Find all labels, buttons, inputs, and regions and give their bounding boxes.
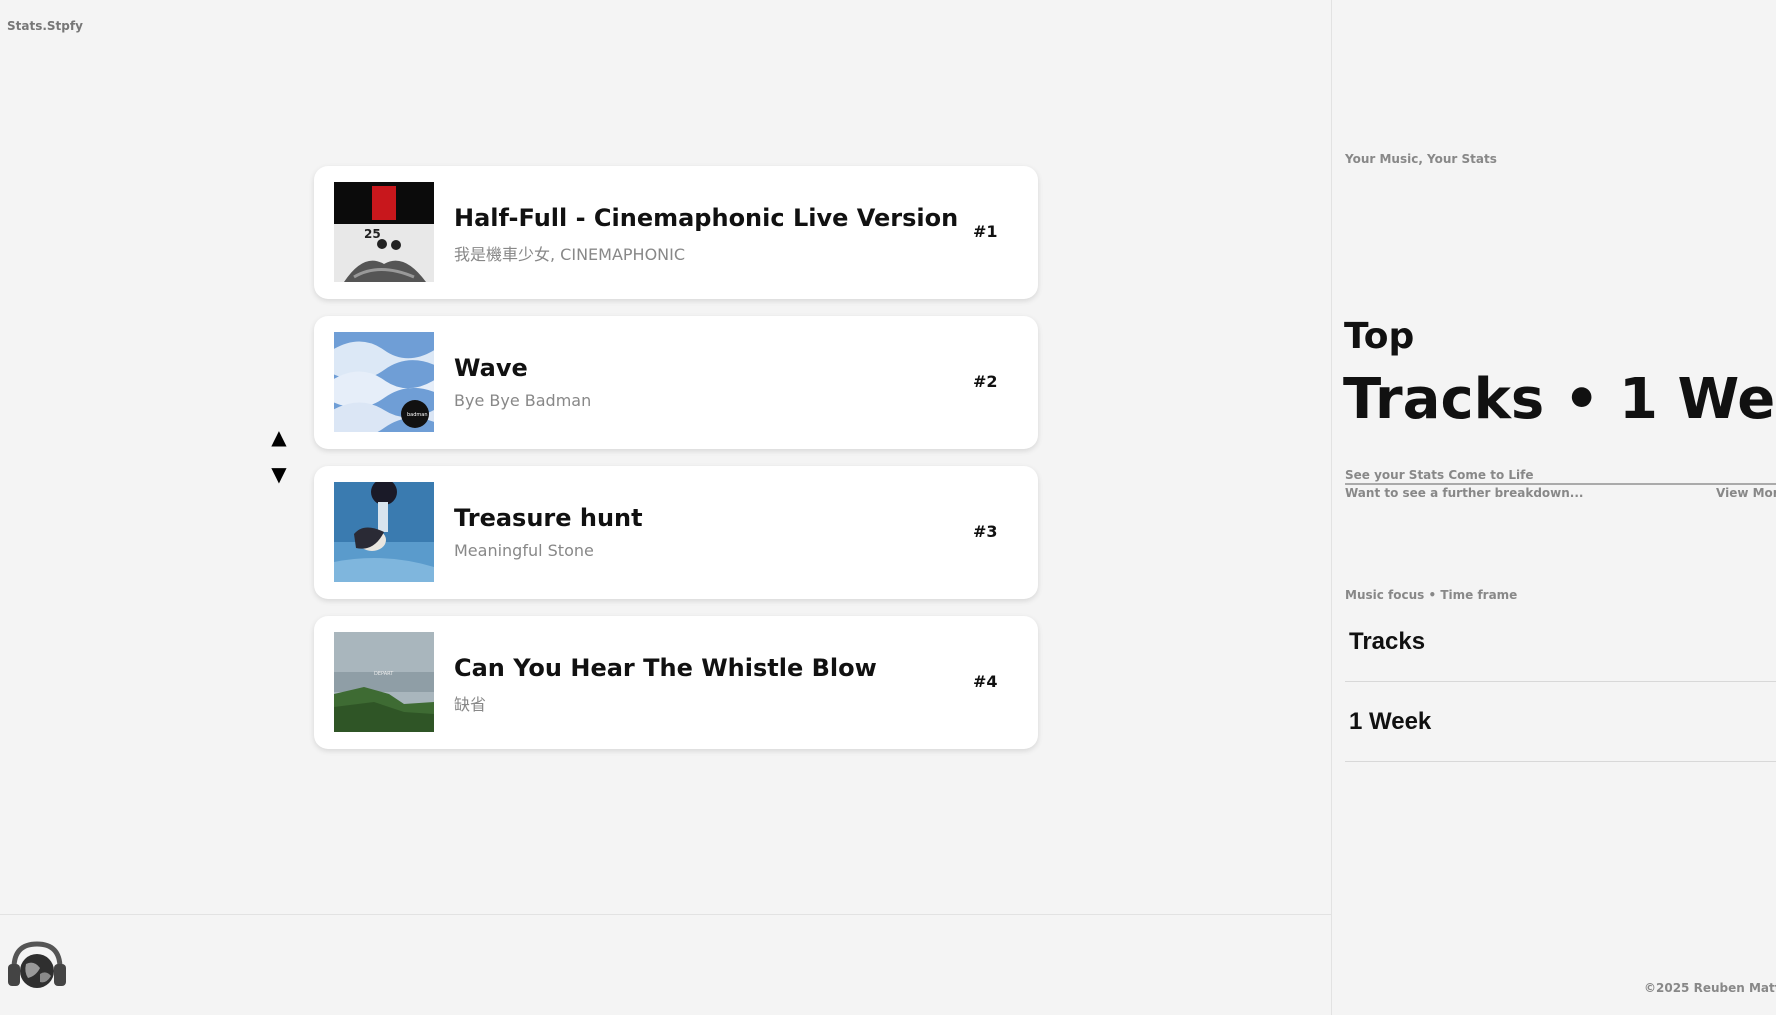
- copyright-text: ©2025 Reuben Mattar: [1644, 981, 1776, 995]
- time-frame-value: 1 Week: [1349, 708, 1432, 735]
- album-art-2: badman: [334, 332, 434, 432]
- track-card-3[interactable]: Treasure hunt Meaningful Stone #3: [314, 466, 1038, 599]
- track-card-2[interactable]: badman Wave Bye Bye Badman #2: [314, 316, 1038, 449]
- tagline: Your Music, Your Stats: [1345, 152, 1497, 166]
- album-art-4: DEPART: [334, 632, 434, 732]
- track-artist: Meaningful Stone: [454, 541, 594, 560]
- track-rank: #1: [973, 222, 998, 241]
- track-artist: Bye Bye Badman: [454, 391, 592, 410]
- focus-timeframe-label: Music focus • Time frame: [1345, 588, 1518, 602]
- track-artist: 缺省: [454, 695, 487, 714]
- brand-logo-text[interactable]: Stats.Stpfy: [7, 19, 83, 33]
- see-stats-underline: [1345, 483, 1776, 485]
- footer-divider: [0, 914, 1331, 915]
- panel-divider: [1331, 0, 1332, 1015]
- see-stats-label: See your Stats Come to Life: [1345, 468, 1534, 482]
- breakdown-text: Want to see a further breakdown...: [1345, 486, 1584, 500]
- track-title: Treasure hunt: [454, 504, 643, 532]
- track-card-1[interactable]: 25 Half-Full - Cinemaphonic Live Version…: [314, 166, 1038, 299]
- music-focus-select[interactable]: Tracks: [1345, 603, 1776, 682]
- svg-text:25: 25: [364, 227, 381, 241]
- scroll-down-arrow[interactable]: ▼: [268, 463, 290, 485]
- track-rank: #2: [973, 372, 998, 391]
- heading-top: Top: [1344, 316, 1415, 357]
- track-rank: #3: [973, 522, 998, 541]
- track-card-4[interactable]: DEPART Can You Hear The Whistle Blow 缺省 …: [314, 616, 1038, 749]
- track-rank: #4: [973, 672, 998, 691]
- track-artist: 我是機車少女, CINEMAPHONIC: [454, 245, 686, 264]
- music-focus-value: Tracks: [1349, 628, 1426, 655]
- page-title: Tracks • 1 Week: [1343, 367, 1776, 432]
- svg-text:badman: badman: [407, 412, 428, 418]
- track-title: Wave: [454, 354, 528, 382]
- view-more-link[interactable]: View More: [1716, 486, 1776, 500]
- headphones-globe-icon[interactable]: [6, 938, 68, 994]
- track-title: Can You Hear The Whistle Blow: [454, 654, 877, 682]
- scroll-up-arrow[interactable]: ▲: [268, 426, 290, 448]
- time-frame-select[interactable]: 1 Week: [1345, 683, 1776, 762]
- track-title: Half-Full - Cinemaphonic Live Version: [454, 204, 959, 232]
- svg-text:DEPART: DEPART: [374, 671, 394, 677]
- album-art-1: 25: [334, 182, 434, 282]
- album-art-3: [334, 482, 434, 582]
